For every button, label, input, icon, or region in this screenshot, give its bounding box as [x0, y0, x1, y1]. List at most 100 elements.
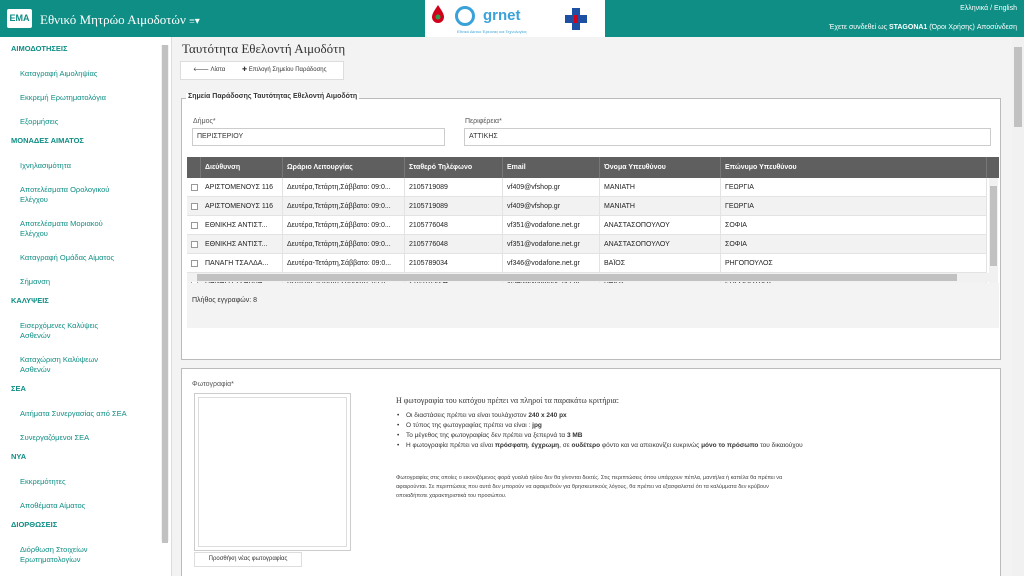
select-point-button[interactable]: ✚ Επιλογή Σημείου Παράδοσης	[242, 66, 327, 73]
region-label: Περιφέρεια*	[465, 118, 502, 125]
user-name: STAGONA1	[888, 24, 928, 31]
toolbar: 🡐 Λίστα ✚ Επιλογή Σημείου Παράδοσης	[180, 61, 344, 80]
column-header[interactable]: Email	[503, 157, 600, 178]
language-switch[interactable]: Ελληνικά / English	[960, 5, 1017, 12]
region-field[interactable]: ΑΤΤΙΚΗΣ	[464, 128, 991, 146]
sidebar-section: ΝΥΑ	[11, 452, 27, 461]
select-point-label: Επιλογή Σημείου Παράδοσης	[248, 67, 327, 73]
list-button[interactable]: 🡐 Λίστα	[193, 66, 225, 73]
req-appearance-face: μόνο το πρόσωπο	[701, 442, 759, 449]
page-title: Ταυτότητα Εθελοντή Αιμοδότη	[182, 41, 346, 56]
delivery-points-panel: Σημεία Παράδοσης Ταυτότητας Εθελοντή Αιμ…	[181, 93, 1001, 360]
req-appearance-neutral: ουδέτερο	[571, 442, 601, 449]
app-title-text: Εθνικό Μητρώο Αιμοδοτών	[40, 12, 186, 27]
req-type-value: jpg	[532, 422, 542, 429]
record-count: Πλήθος εγγραφών: 8	[192, 297, 257, 304]
table-cell: vf409@vfshop.gr	[503, 178, 600, 197]
ema-logo[interactable]: EMA	[7, 9, 32, 28]
column-header[interactable]: Επώνυμο Υπευθύνου	[721, 157, 987, 178]
page-scrollbar-thumb[interactable]	[1014, 47, 1022, 127]
table-vertical-scrollbar[interactable]	[989, 178, 998, 290]
sidebar-item[interactable]: Αποτελέσματα Ορολογικού Ελέγχου	[0, 185, 130, 205]
sidebar-item[interactable]: Αποτελέσματα Μοριακού Ελέγχου	[0, 219, 130, 239]
sidebar: ΑΙΜΟΔΟΤΗΣΕΙΣ Καταγραφή Αιμοληψίας Εκκρεμή …	[0, 37, 172, 576]
column-header[interactable]: Διεύθυνση	[201, 157, 283, 178]
list-button-label: Λίστα	[210, 67, 226, 73]
column-header[interactable]: Σταθερό Τηλέφωνο	[405, 157, 503, 178]
page-scrollbar[interactable]	[1012, 37, 1024, 576]
requirement-dimensions: Οι διαστάσεις πρέπει να είναι τουλάχιστο…	[396, 411, 816, 421]
table-row[interactable]: ΑΡΙΣΤΟΜΕΝΟΥΣ 116 Δευτέρα,Τετάρτη,Σάββατο:…	[187, 197, 987, 216]
ema-drop-logo-icon	[432, 5, 444, 23]
table-cell: vf346@vodafone.net.gr	[503, 254, 600, 273]
table-horizontal-scrollbar[interactable]	[187, 273, 989, 282]
table-cell: 2105776048	[405, 235, 503, 254]
sidebar-section: ΜΟΝΑΔΕΣ ΑΙΜΑΤΟΣ	[11, 136, 84, 145]
municipality-field[interactable]: ΠΕΡΙΣΤΕΡΙΟΥ	[192, 128, 445, 146]
photo-placeholder	[198, 397, 347, 547]
table-horizontal-scrollbar-thumb[interactable]	[197, 274, 957, 281]
sidebar-section: ΔΙΟΡΘΩΣΕΙΣ	[11, 520, 58, 529]
table-cell: vf409@vfshop.gr	[503, 197, 600, 216]
photo-panel: Φωτογραφία* Προσθήκη νέας φωτογραφίας Η …	[181, 368, 1001, 576]
table-cell: ΒΑΪΟΣ	[600, 254, 721, 273]
table-row[interactable]: ΑΡΙΣΤΟΜΕΝΟΥΣ 116 Δευτέρα,Τετάρτη,Σάββατο:…	[187, 178, 987, 197]
table-cell: ΓΕΩΡΓΙΑ	[721, 178, 987, 197]
table-cell: ΕΘΝΙΚΗΣ ΑΝΤΙΣΤ...	[201, 235, 283, 254]
req-dimensions-value: 240 x 240 px	[528, 412, 567, 419]
sidebar-item[interactable]: Εξορμήσεις	[0, 117, 130, 127]
table-row[interactable]: ΕΘΝΙΚΗΣ ΑΝΤΙΣΤ... Δευτέρα,Τετάρτη,Σάββατο…	[187, 216, 987, 235]
photo-note: Φωτογραφίες στις οποίες ο εικονιζόμενος …	[396, 475, 783, 499]
delivery-points-legend: Σημεία Παράδοσης Ταυτότητας Εθελοντή Αιμ…	[186, 93, 360, 100]
sidebar-item[interactable]: Διόρθωση Στοιχείων Ερωτηματολογίων	[0, 545, 130, 565]
table-row[interactable]: ΠΑΝΑΓΗ ΤΣΑΛΔΑ...Δευτέρα-Τετάρτη,Σάββατο:…	[187, 254, 987, 273]
sidebar-item[interactable]: Αιτήματα Συνεργασίας από ΣΕΑ	[0, 409, 130, 419]
table-vertical-scrollbar-thumb[interactable]	[990, 186, 997, 266]
sidebar-item[interactable]: Εισερχόμενες Καλύψεις Ασθενών	[0, 321, 130, 341]
sidebar-item[interactable]: Συνεργαζόμενοι ΣΕΑ	[0, 433, 130, 443]
grnet-logo-subtitle: Εθνικό Δίκτυο Έρευνας και Τεχνολογίας	[457, 29, 527, 34]
photo-requirements-title: Η φωτογραφία του κατόχου πρέπει να πληρο…	[396, 396, 619, 405]
row-checkbox[interactable]	[191, 222, 198, 229]
top-bar: EMA Εθνικό Μητρώο Αιμοδοτών ≡▾ grnet Εθν…	[0, 0, 1024, 37]
row-checkbox[interactable]	[191, 260, 198, 267]
requirement-size: Το μέγεθος της φωτογραφίας δεν πρέπει να…	[396, 431, 816, 441]
table-header: Διεύθυνση Ωράριο Λειτουργίας Σταθερό Τηλέφ…	[187, 157, 999, 178]
menu-caret-icon[interactable]: ≡▾	[189, 16, 200, 27]
partner-logos: grnet Εθνικό Δίκτυο Έρευνας και Τεχνολογ…	[425, 0, 605, 37]
column-header[interactable]: Όνομα Υπευθύνου	[600, 157, 721, 178]
sidebar-section: ΑΙΜΟΔΟΤΗΣΕΙΣ	[11, 44, 68, 53]
row-checkbox[interactable]	[191, 241, 198, 248]
delivery-points-table: Διεύθυνση Ωράριο Λειτουργίας Σταθερό Τηλέφ…	[187, 157, 999, 328]
table-row[interactable]: ΕΘΝΙΚΗΣ ΑΝΤΙΣΤ... Δευτέρα,Τετάρτη,Σάββατο…	[187, 235, 987, 254]
table-cell: ΕΘΝΙΚΗΣ ΑΝΤΙΣΤ...	[201, 216, 283, 235]
table-cell: ΠΑΝΑΓΗ ΤΣΑΛΔΑ...	[201, 254, 283, 273]
row-checkbox[interactable]	[191, 203, 198, 210]
logout-link[interactable]: Αποσύνδεση	[977, 24, 1017, 31]
user-prefix: Έχετε συνδεθεί ως	[828, 24, 887, 31]
sidebar-item[interactable]: Καταγραφή Αιμοληψίας	[0, 69, 130, 79]
sidebar-item[interactable]: Καταχώριση Καλύψεων Ασθενών	[0, 355, 130, 375]
table-cell: 2105719089	[405, 197, 503, 216]
app-title[interactable]: Εθνικό Μητρώο Αιμοδοτών ≡▾	[40, 12, 200, 28]
table-cell: ΡΗΓΟΠΟΥΛΟΣ	[721, 254, 987, 273]
table-cell: ΜΑΝΙΑΤΗ	[600, 197, 721, 216]
sidebar-scrollbar[interactable]	[161, 45, 169, 543]
sidebar-item[interactable]: Εκκρεμή Ερωτηματολόγια	[0, 93, 130, 103]
table-cell: vf351@vodafone.net.gr	[503, 235, 600, 254]
sidebar-item[interactable]: Σήμανση	[0, 277, 130, 287]
row-checkbox[interactable]	[191, 184, 198, 191]
add-photo-button[interactable]: Προσθήκη νέας φωτογραφίας	[194, 552, 302, 567]
column-header[interactable]: Ωράριο Λειτουργίας	[283, 157, 405, 178]
sidebar-item[interactable]: Ιχνηλασιμότητα	[0, 161, 130, 171]
table-cell: ΑΡΙΣΤΟΜΕΝΟΥΣ 116	[201, 197, 283, 216]
table-cell: ΓΕΩΡΓΙΑ	[721, 197, 987, 216]
sidebar-item[interactable]: Εκκρεμότητες	[0, 477, 130, 487]
table-cell: 2105719089	[405, 178, 503, 197]
terms-link[interactable]: (Όροι Χρήσης)	[929, 24, 975, 31]
sidebar-item[interactable]: Καταγραφή Ομάδας Αίματος	[0, 253, 130, 263]
photo-preview[interactable]	[194, 393, 351, 551]
sidebar-scrollbar-thumb[interactable]	[162, 45, 168, 543]
sidebar-item[interactable]: Αποθέματα Αίματος	[0, 501, 130, 511]
sidebar-section: ΣΕΑ	[11, 384, 26, 393]
